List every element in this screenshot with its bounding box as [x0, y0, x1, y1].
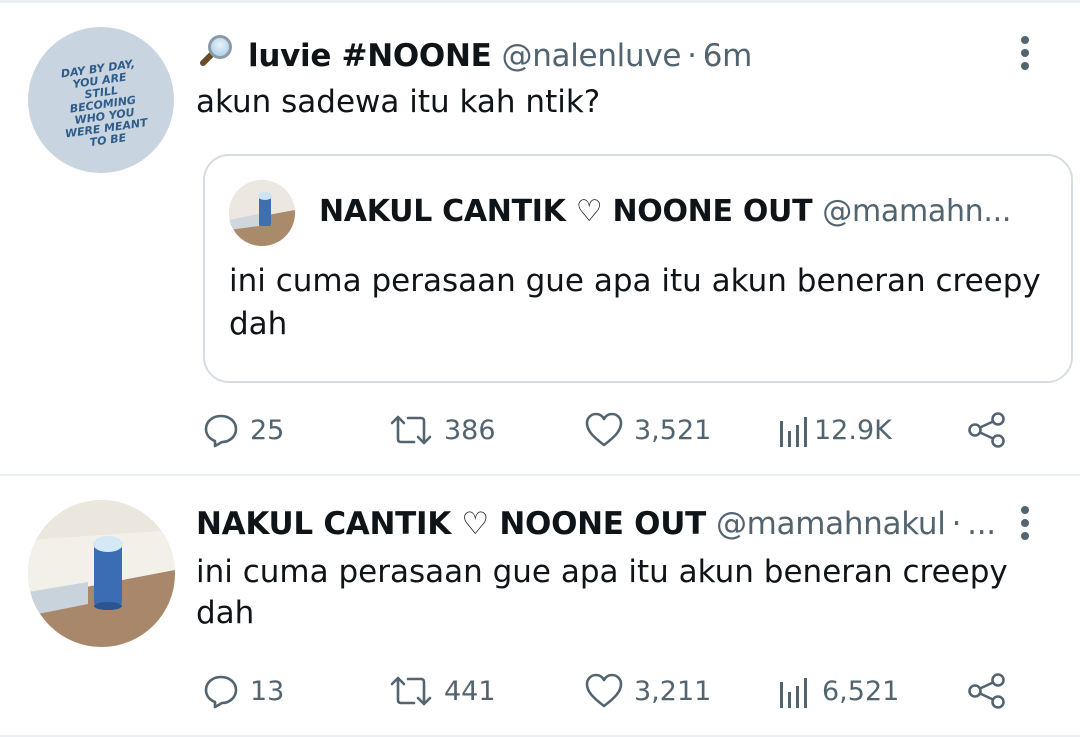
reply-icon — [204, 414, 238, 448]
like-button[interactable]: 3,521 — [584, 408, 711, 452]
tweet[interactable]: NAKUL CANTIK ♡ NOONE OUT @mamahnakul · .… — [0, 476, 1080, 735]
avatar-quote-art: DAY BY DAY, YOU ARE STILL BECOMING WHO Y… — [60, 57, 149, 150]
separator: · — [687, 38, 697, 74]
like-count: 3,211 — [634, 675, 712, 707]
tweet[interactable]: DAY BY DAY, YOU ARE STILL BECOMING WHO Y… — [0, 0, 1080, 474]
reply-button[interactable]: 25 — [202, 408, 284, 452]
separator: · — [951, 506, 962, 542]
quote-header: NAKUL CANTIK ♡ NOONE OUT @mamahn... — [319, 194, 1011, 229]
retweet-count: 386 — [444, 414, 496, 446]
reply-count: 13 — [250, 675, 285, 707]
share-icon — [968, 673, 1005, 709]
heart-icon — [585, 412, 623, 447]
views-count: 6,521 — [822, 675, 900, 707]
timestamp[interactable]: 6m — [703, 38, 753, 74]
tweet-header: NAKUL CANTIK ♡ NOONE OUT @mamahnakul · .… — [196, 506, 996, 542]
views-button[interactable]: 12.9K — [778, 408, 892, 452]
share-button[interactable] — [966, 669, 1008, 713]
retweet-icon — [390, 415, 432, 445]
avatar[interactable] — [28, 500, 175, 647]
handle[interactable]: @nalenluve — [502, 38, 682, 74]
views-button[interactable]: 6,521 — [778, 669, 899, 713]
more-vertical-icon[interactable] — [1020, 506, 1030, 542]
retweet-count: 441 — [444, 675, 496, 707]
display-name[interactable]: luvie #NOONE — [248, 38, 492, 74]
quote-avatar — [229, 180, 295, 246]
quote-handle: @mamahn... — [822, 194, 1012, 229]
reply-icon — [204, 675, 238, 709]
reply-count: 25 — [250, 414, 285, 446]
tweet-header: luvie #NOONE @nalenluve · 6m — [196, 32, 752, 74]
timestamp[interactable]: ... — [967, 506, 996, 542]
share-icon — [968, 412, 1005, 448]
magnifying-glass-icon — [196, 34, 234, 68]
avatar[interactable]: DAY BY DAY, YOU ARE STILL BECOMING WHO Y… — [28, 27, 174, 173]
quote-text: ini cuma perasaan gue apa itu akun bener… — [229, 263, 1041, 342]
handle[interactable]: @mamahnakul — [716, 506, 946, 542]
tweet-text: akun sadewa itu kah ntik? — [196, 84, 601, 120]
tweet-actions: 13 441 3,211 6,521 — [196, 669, 1026, 713]
like-count: 3,521 — [634, 414, 712, 446]
retweet-button[interactable]: 386 — [388, 408, 496, 452]
more-vertical-icon[interactable] — [1020, 36, 1030, 72]
views-icon — [780, 678, 807, 708]
views-count: 12.9K — [814, 414, 892, 446]
tweet-text: ini cuma perasaan gue apa itu akun bener… — [196, 554, 1008, 631]
retweet-button[interactable]: 441 — [388, 669, 496, 713]
like-button[interactable]: 3,211 — [584, 669, 711, 713]
views-icon — [780, 417, 807, 447]
reply-button[interactable]: 13 — [202, 669, 284, 713]
quote-display-name: NAKUL CANTIK ♡ NOONE OUT — [319, 194, 813, 229]
quote-tweet-card[interactable]: NAKUL CANTIK ♡ NOONE OUT @mamahn... ini … — [203, 154, 1073, 383]
retweet-icon — [390, 676, 432, 706]
tweet-actions: 25 386 3,521 12.9K — [196, 408, 1026, 452]
display-name[interactable]: NAKUL CANTIK ♡ NOONE OUT — [196, 506, 706, 542]
heart-icon — [585, 673, 623, 708]
share-button[interactable] — [966, 408, 1008, 452]
